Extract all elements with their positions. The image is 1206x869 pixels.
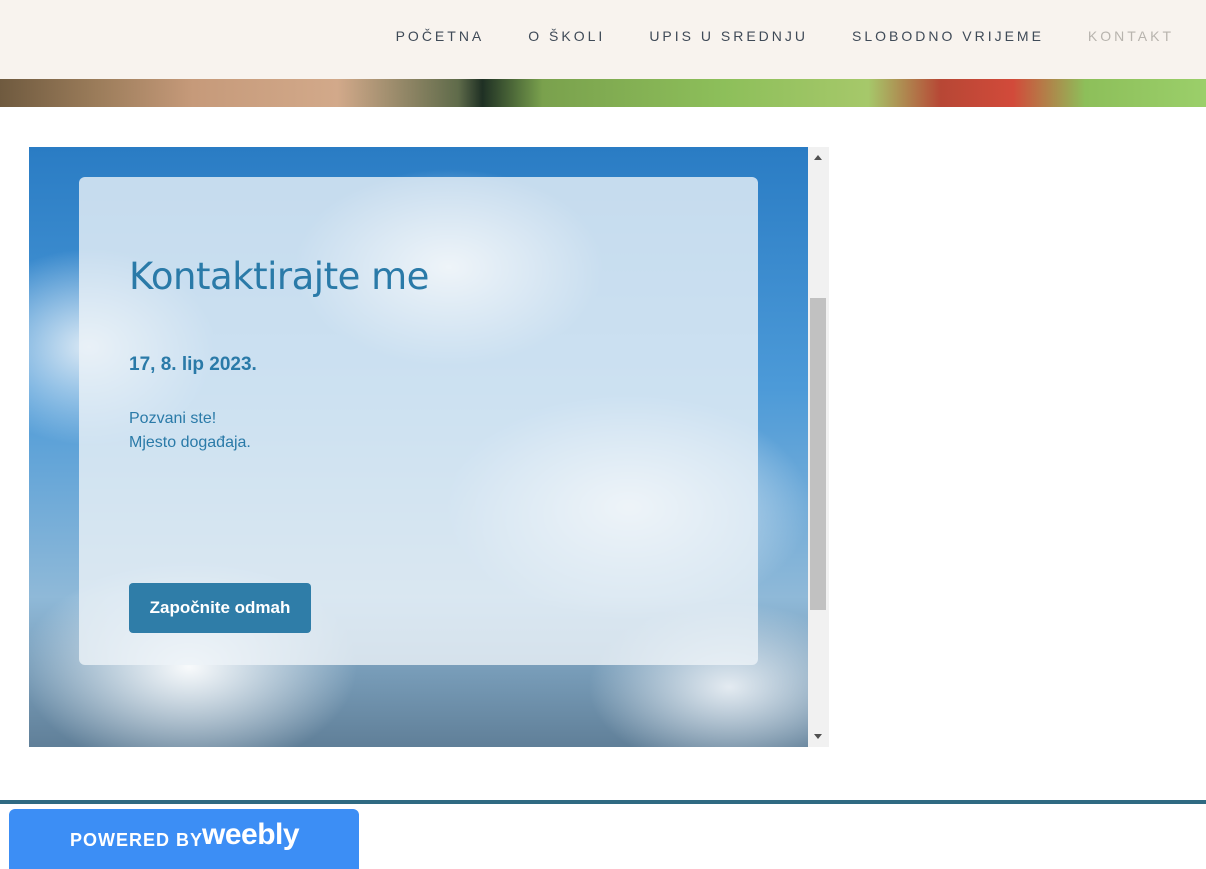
nav-item-slobodno-vrijeme[interactable]: SLOBODNO VRIJEME (852, 26, 1044, 46)
powered-by-label: POWERED BY (70, 830, 204, 850)
card-body: Pozvani ste! Mjesto događaja. (129, 407, 251, 455)
footer-divider (0, 800, 1206, 804)
contact-card: Kontaktirajte me 17, 8. lip 2023. Pozvan… (79, 177, 758, 665)
powered-by-weebly-badge[interactable]: POWERED BY weebly (9, 809, 359, 869)
scroll-up-icon[interactable] (814, 155, 822, 160)
event-date: 17, 8. lip 2023. (129, 354, 257, 375)
main-nav: POČETNA O ŠKOLI UPIS U SREDNJU SLOBODNO … (352, 26, 1174, 46)
nav-item-o-skoli[interactable]: O ŠKOLI (528, 26, 605, 46)
hero-image (0, 79, 1206, 107)
embedded-frame: Kontaktirajte me 17, 8. lip 2023. Pozvan… (29, 147, 829, 747)
scroll-down-icon[interactable] (814, 734, 822, 739)
card-title: Kontaktirajte me (129, 255, 429, 298)
start-now-button[interactable]: Započnite odmah (129, 583, 311, 633)
body-line: Mjesto događaja. (129, 434, 251, 451)
nav-item-kontakt[interactable]: KONTAKT (1088, 26, 1174, 46)
nav-item-upis-u-srednju[interactable]: UPIS U SREDNJU (649, 26, 808, 46)
body-line: Pozvani ste! (129, 410, 217, 427)
weebly-logo: weebly (202, 818, 300, 851)
frame-scrollbar[interactable] (808, 147, 829, 747)
site-header: POČETNA O ŠKOLI UPIS U SREDNJU SLOBODNO … (0, 0, 1206, 79)
scroll-thumb[interactable] (810, 298, 826, 610)
nav-item-pocetna[interactable]: POČETNA (396, 26, 485, 46)
sky-background: Kontaktirajte me 17, 8. lip 2023. Pozvan… (29, 147, 808, 747)
